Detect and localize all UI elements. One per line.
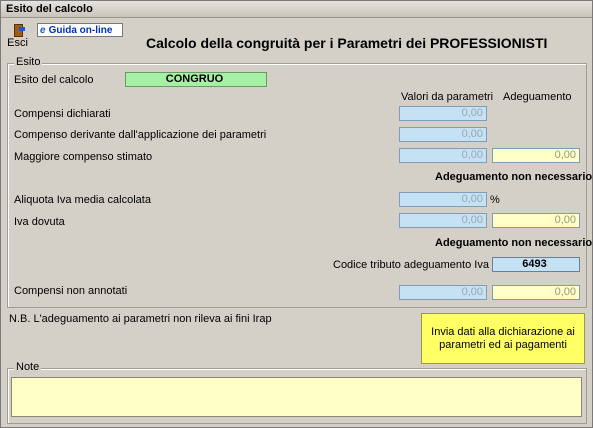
help-online-label: Guida on-line bbox=[48, 25, 113, 36]
internet-explorer-icon: e bbox=[40, 25, 46, 36]
iva-dovuta-adjust-field[interactable]: 0,00 bbox=[492, 213, 580, 228]
result-label: Esito del calcolo bbox=[14, 74, 94, 86]
column-header-adjust: Adeguamento bbox=[503, 91, 572, 103]
notes-group-legend: Note bbox=[14, 361, 42, 373]
esito-group-legend: Esito bbox=[14, 56, 43, 68]
iva-dovuta-label: Iva dovuta bbox=[14, 216, 65, 228]
help-online-link[interactable]: e Guida on-line bbox=[37, 23, 123, 37]
send-data-button[interactable]: Invia dati alla dichiarazione ai paramet… bbox=[421, 313, 585, 364]
aliquota-iva-label: Aliquota Iva media calcolata bbox=[14, 194, 151, 206]
footnote-irap: N.B. L'adeguamento ai parametri non rile… bbox=[9, 313, 272, 325]
result-value: CONGRUO bbox=[125, 72, 267, 87]
aliquota-iva-unit: % bbox=[490, 194, 500, 206]
status-adeguamento-2: Adeguamento non necessario bbox=[435, 237, 593, 249]
compenso-derivante-label: Compenso derivante dall'applicazione dei… bbox=[14, 129, 267, 141]
window-title: Esito del calcolo bbox=[1, 1, 592, 18]
codice-tributo-field[interactable]: 6493 bbox=[492, 257, 580, 272]
aliquota-iva-param-field[interactable]: 0,00 bbox=[399, 192, 487, 207]
column-header-params: Valori da parametri bbox=[401, 91, 494, 103]
compensi-non-annotati-label: Compensi non annotati bbox=[14, 285, 128, 297]
compensi-non-annotati-adjust-field[interactable]: 0,00 bbox=[492, 285, 580, 300]
maggiore-compenso-label: Maggiore compenso stimato bbox=[14, 151, 153, 163]
compenso-derivante-param-field[interactable]: 0,00 bbox=[399, 127, 487, 142]
maggiore-compenso-param-field[interactable]: 0,00 bbox=[399, 148, 487, 163]
notes-field[interactable] bbox=[11, 377, 582, 417]
exit-door-icon bbox=[11, 23, 25, 37]
iva-dovuta-param-field[interactable]: 0,00 bbox=[399, 213, 487, 228]
page-title: Calcolo della congruità per i Parametri … bbox=[146, 35, 548, 51]
exit-button[interactable]: Esci bbox=[5, 22, 30, 52]
maggiore-compenso-adjust-field[interactable]: 0,00 bbox=[492, 148, 580, 163]
exit-button-label: Esci bbox=[7, 37, 28, 49]
status-adeguamento-1: Adeguamento non necessario bbox=[435, 171, 593, 183]
codice-tributo-label: Codice tributo adeguamento Iva bbox=[333, 259, 489, 271]
compensi-dichiarati-label: Compensi dichiarati bbox=[14, 108, 111, 120]
compensi-dichiarati-param-field[interactable]: 0,00 bbox=[399, 106, 487, 121]
compensi-non-annotati-param-field[interactable]: 0,00 bbox=[399, 285, 487, 300]
esito-calcolo-window: Esito del calcolo Esci e Guida on-line Ca… bbox=[0, 0, 593, 428]
